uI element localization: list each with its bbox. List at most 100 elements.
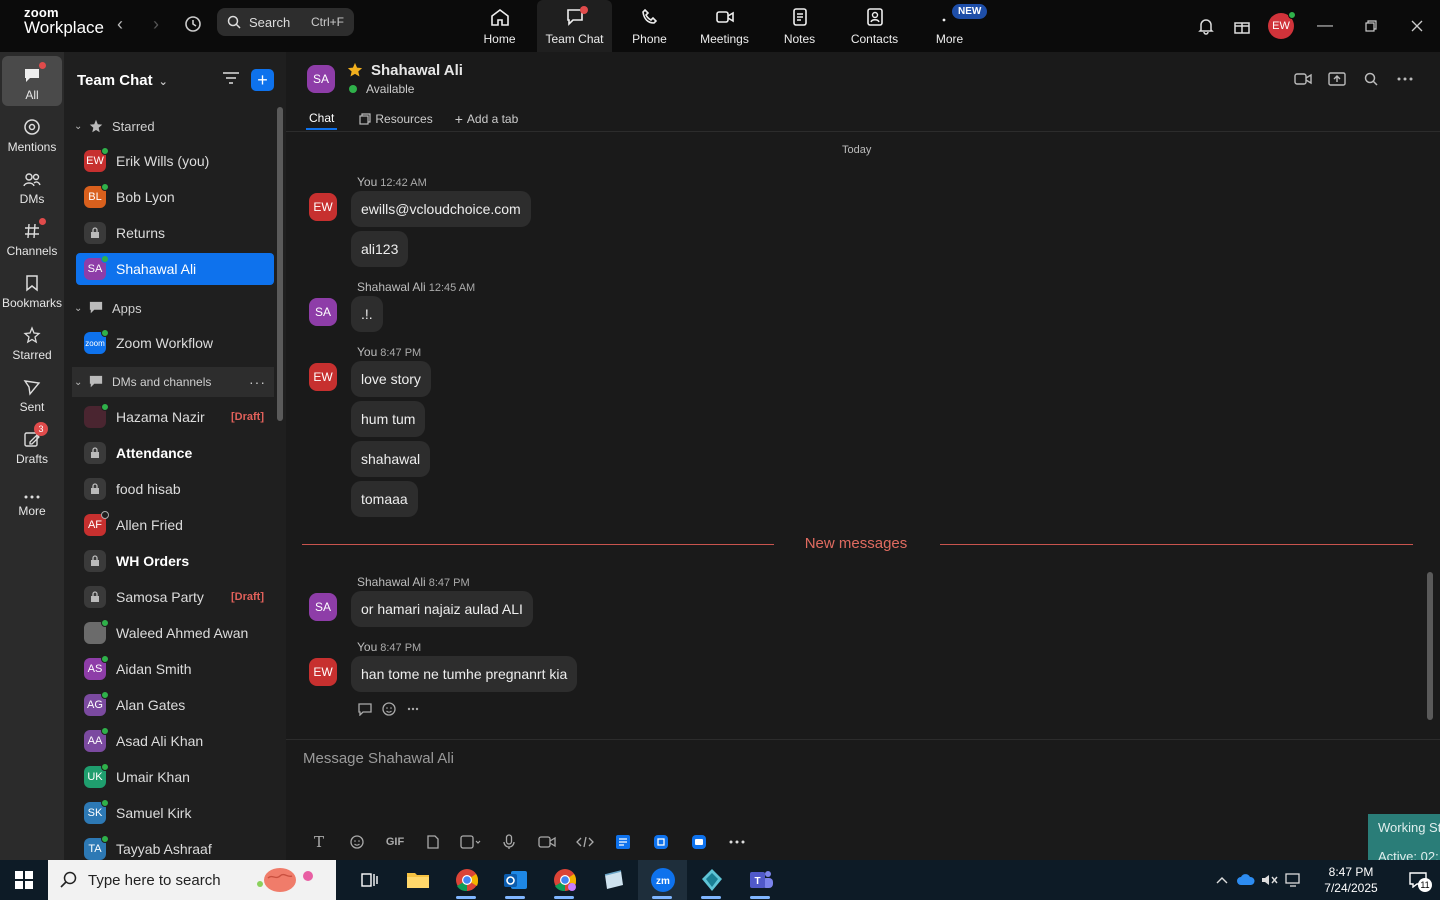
chat-item-returns[interactable]: Returns [76, 217, 274, 249]
close-button[interactable] [1394, 4, 1440, 48]
rail-bookmarks[interactable]: Bookmarks [2, 264, 62, 314]
message-bubble[interactable]: shahawal [351, 441, 431, 477]
tab-chat[interactable]: Chat [306, 108, 338, 130]
star-filled-icon[interactable] [347, 62, 363, 83]
gif-button[interactable]: GIF [376, 832, 414, 852]
chat-item-bob-lyon[interactable]: BL Bob Lyon [76, 181, 274, 213]
speaker-muted-icon[interactable] [1258, 860, 1282, 900]
onedrive-cloud-icon[interactable] [1234, 860, 1258, 900]
screenshot-icon[interactable] [452, 832, 490, 852]
chat-item-hazama-nazir[interactable]: Hazama Nazir [Draft] [76, 401, 274, 433]
search-box[interactable]: Search Ctrl+F [217, 8, 354, 36]
rail-drafts[interactable]: 3 Drafts [2, 420, 62, 470]
app-whiteboard-icon[interactable] [642, 832, 680, 852]
chat-item-food-hisab[interactable]: food hisab [76, 473, 274, 505]
back-arrow-icon[interactable]: ‹ [108, 12, 132, 36]
task-view-icon[interactable] [344, 860, 393, 900]
emoji-icon[interactable] [338, 832, 376, 852]
nav-more[interactable]: NEW More [912, 0, 988, 52]
message-bubble[interactable]: ali123 [351, 231, 409, 267]
section-apps[interactable]: ⌄ Apps [74, 293, 274, 323]
message-bubble[interactable]: han tome ne tumhe pregnanrt kia [351, 656, 578, 692]
rail-starred[interactable]: Starred [2, 316, 62, 366]
video-call-icon[interactable] [1286, 68, 1320, 90]
sidebar-scrollbar[interactable] [277, 107, 283, 421]
more-dots-icon[interactable] [1388, 68, 1422, 90]
chat-item-umair-khan[interactable]: UK Umair Khan [76, 761, 274, 793]
new-chat-button[interactable]: + [251, 69, 274, 91]
taskbar-search[interactable]: Type here to search [48, 860, 336, 900]
gift-icon[interactable] [1224, 8, 1260, 44]
chrome-profile-icon[interactable] [540, 860, 589, 900]
more-dots-icon[interactable] [718, 832, 756, 852]
nav-home[interactable]: Home [462, 0, 537, 52]
message-bubble[interactable]: hum tum [351, 401, 426, 437]
restore-button[interactable] [1348, 4, 1394, 48]
forward-arrow-icon[interactable]: › [144, 12, 168, 36]
nav-phone[interactable]: Phone [612, 0, 687, 52]
chat-item-samosa-party[interactable]: Samosa Party [Draft] [76, 581, 274, 613]
text-format-icon[interactable]: T [300, 832, 338, 852]
avatar[interactable]: EW [309, 658, 337, 686]
notification-center-icon[interactable]: 11 [1396, 860, 1440, 900]
nav-notes[interactable]: Notes [762, 0, 837, 52]
chat-item-zoom-workflow[interactable]: zoom Zoom Workflow [76, 327, 274, 359]
rail-dms[interactable]: DMs [2, 160, 62, 210]
sticky-notes-icon[interactable] [589, 860, 638, 900]
message-bubble[interactable]: ewills@vcloudchoice.com [351, 191, 531, 227]
rail-mentions[interactable]: Mentions [2, 108, 62, 158]
teams-icon[interactable]: T [736, 860, 785, 900]
chat-item-asad-ali-khan[interactable]: AA Asad Ali Khan [76, 725, 274, 757]
chat-item-waleed-ahmed-awan[interactable]: Waleed Ahmed Awan [76, 617, 274, 649]
chat-scrollbar[interactable] [1427, 572, 1433, 720]
chat-contact-name[interactable]: Shahawal Ali [371, 62, 463, 79]
filter-icon[interactable] [222, 70, 240, 91]
working-status-widget[interactable]: Working St Active: 02:1 [1368, 814, 1440, 860]
chat-item-wh-orders[interactable]: WH Orders [76, 545, 274, 577]
chat-item-samuel-kirk[interactable]: SK Samuel Kirk [76, 797, 274, 829]
network-icon[interactable] [1282, 860, 1306, 900]
tab-add-a-tab[interactable]: + Add a tab [455, 108, 519, 130]
vpn-app-icon[interactable] [687, 860, 736, 900]
bell-icon[interactable] [1188, 8, 1224, 44]
video-message-icon[interactable] [528, 832, 566, 852]
rail-sent[interactable]: Sent [2, 368, 62, 418]
message-bubble[interactable]: love story [351, 361, 431, 397]
more-dots-icon[interactable] [404, 700, 422, 718]
user-avatar[interactable]: EW [1268, 11, 1296, 39]
nav-team-chat[interactable]: Team Chat [537, 0, 612, 52]
chat-item-allen-fried[interactable]: AF Allen Fried [76, 509, 274, 541]
sidebar-title[interactable]: Team Chat ⌄ [77, 72, 168, 89]
attach-file-icon[interactable] [414, 832, 452, 852]
add-reaction-icon[interactable] [380, 700, 398, 718]
tab-resources[interactable]: Resources [359, 108, 433, 130]
avatar[interactable]: SA [309, 593, 337, 621]
avatar[interactable]: SA [309, 298, 337, 326]
minimize-button[interactable]: — [1302, 4, 1348, 48]
message-bubble[interactable]: tomaaa [351, 481, 418, 517]
message-bubble[interactable]: or hamari najaiz aulad ALI [351, 591, 533, 627]
outlook-icon[interactable] [491, 860, 540, 900]
chrome-icon[interactable] [442, 860, 491, 900]
code-snippet-icon[interactable] [566, 832, 604, 852]
chat-item-alan-gates[interactable]: AG Alan Gates [76, 689, 274, 721]
chevron-up-icon[interactable] [1210, 860, 1234, 900]
reply-icon[interactable] [356, 700, 374, 718]
chat-item-erik-wills[interactable]: EW Erik Wills (you) [76, 145, 274, 177]
rail-channels[interactable]: Channels [2, 212, 62, 262]
chat-item-shahawal-ali[interactable]: SA Shahawal Ali [76, 253, 274, 285]
rail-more[interactable]: More [2, 472, 62, 522]
history-icon[interactable] [180, 11, 206, 37]
app-docs-icon[interactable] [604, 832, 642, 852]
rail-all[interactable]: All [2, 56, 62, 106]
message-bubble[interactable]: .!. [351, 296, 383, 332]
zoom-taskbar-icon[interactable]: zm [638, 860, 687, 900]
section-starred[interactable]: ⌄ Starred [74, 111, 274, 141]
nav-meetings[interactable]: Meetings [687, 0, 762, 52]
chat-item-aidan-smith[interactable]: AS Aidan Smith [76, 653, 274, 685]
section-dms-and-channels[interactable]: ⌄ DMs and channels ··· [72, 367, 274, 397]
message-input[interactable]: Message Shahawal Ali [303, 750, 454, 767]
taskbar-clock[interactable]: 8:47 PM 7/24/2025 [1306, 864, 1396, 896]
avatar[interactable]: EW [309, 193, 337, 221]
microphone-icon[interactable] [490, 832, 528, 852]
